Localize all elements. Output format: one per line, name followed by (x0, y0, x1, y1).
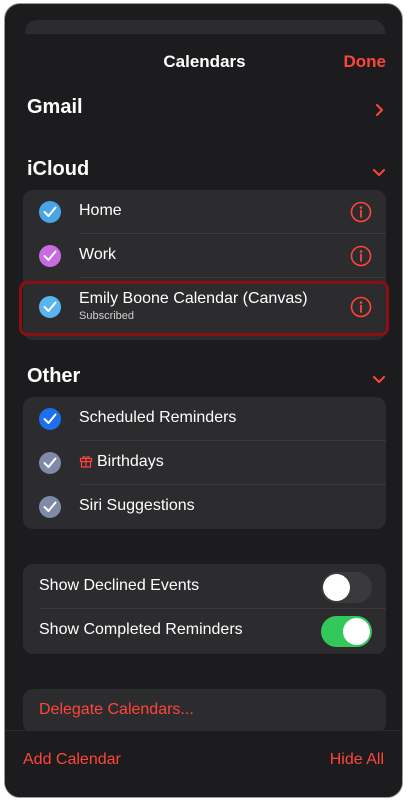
calendar-row-siri-suggestions[interactable]: Siri Suggestions (23, 485, 386, 529)
hide-all-button[interactable]: Hide All (330, 751, 384, 769)
calendar-label: Siri Suggestions (79, 497, 195, 514)
calendar-row-home[interactable]: Home (23, 190, 386, 234)
calendar-row-scheduled-reminders[interactable]: Scheduled Reminders (23, 397, 386, 441)
section-icloud-header[interactable]: iCloud (27, 158, 89, 181)
checkmark-icon[interactable] (39, 496, 61, 518)
section-other-header[interactable]: Other (27, 365, 80, 388)
calendars-sheet: Calendars Done Gmail iCloud Home Work Em… (5, 34, 402, 797)
toggle-knob (343, 618, 370, 645)
checkmark-icon[interactable] (39, 452, 61, 474)
calendar-label: Home (79, 202, 122, 219)
settings-list: Show Declined Events Show Completed Remi… (23, 564, 386, 654)
chevron-down-icon[interactable] (372, 372, 386, 386)
info-icon[interactable] (350, 201, 372, 223)
delegate-group: Delegate Calendars... (23, 689, 386, 733)
calendar-row-birthdays[interactable]: Birthdays (23, 441, 386, 485)
delegate-calendars-button[interactable]: Delegate Calendars... (39, 701, 194, 719)
show-declined-label: Show Declined Events (39, 577, 200, 594)
bottom-toolbar: Add Calendar Hide All (5, 730, 402, 797)
show-declined-row: Show Declined Events (23, 565, 386, 609)
show-completed-label: Show Completed Reminders (39, 621, 243, 638)
show-declined-toggle[interactable] (321, 572, 372, 603)
checkmark-icon[interactable] (39, 245, 61, 267)
chevron-down-icon[interactable] (372, 165, 386, 179)
calendar-label: Scheduled Reminders (79, 409, 237, 426)
add-calendar-button[interactable]: Add Calendar (23, 751, 121, 769)
calendar-label: Work (79, 246, 117, 263)
phone-frame: Calendars Done Gmail iCloud Home Work Em… (4, 3, 403, 798)
calendar-label: Birthdays (97, 453, 164, 470)
gift-icon (79, 455, 93, 468)
calendar-row-work[interactable]: Work (23, 234, 386, 278)
show-completed-row: Show Completed Reminders (23, 609, 386, 653)
done-button[interactable]: Done (344, 52, 387, 72)
highlight-annotation (19, 281, 389, 336)
toggle-knob (323, 574, 350, 601)
show-completed-toggle[interactable] (321, 616, 372, 647)
checkmark-icon[interactable] (39, 201, 61, 223)
checkmark-icon[interactable] (39, 408, 61, 430)
calendar-label-group: Birthdays (79, 453, 164, 471)
section-gmail-header[interactable]: Gmail (27, 96, 83, 119)
info-icon[interactable] (350, 245, 372, 267)
other-calendar-list: Scheduled Reminders Birthdays Siri Sugge… (23, 397, 386, 529)
chevron-right-icon[interactable] (372, 103, 386, 117)
